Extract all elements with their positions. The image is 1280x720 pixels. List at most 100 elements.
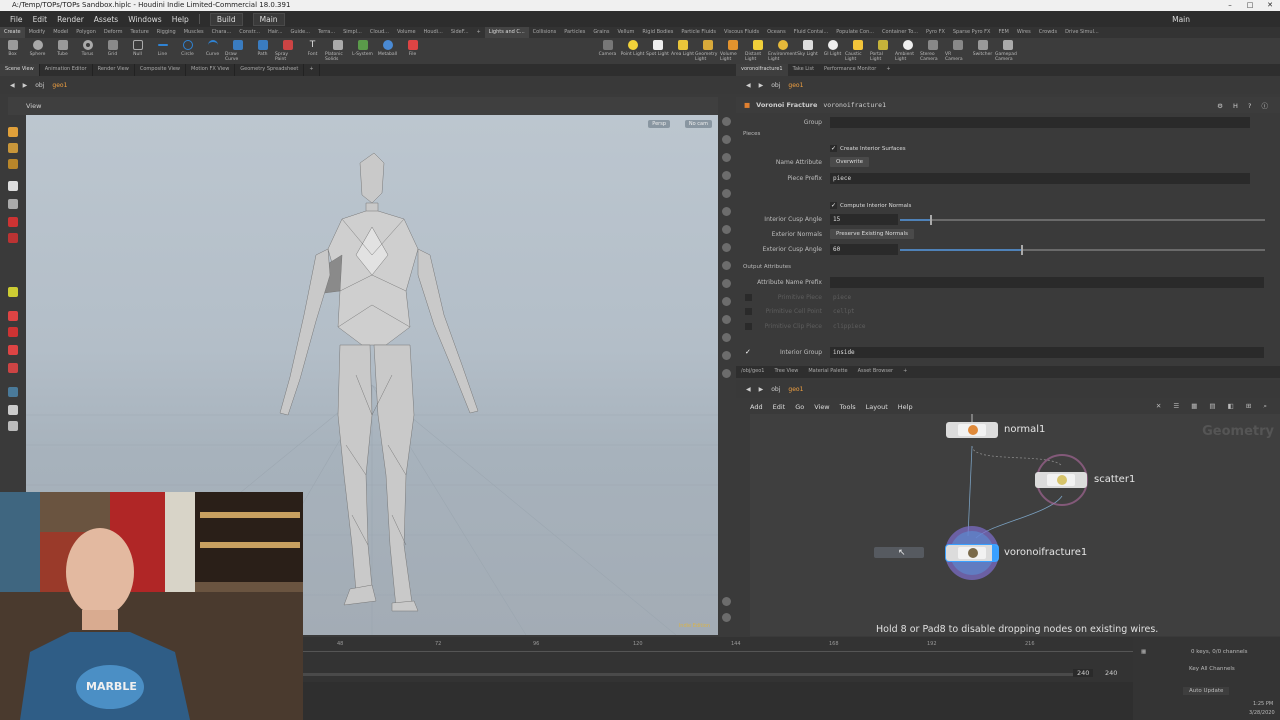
light-toggle-icon[interactable] [722,279,731,288]
wireframe-icon[interactable] [722,189,731,198]
handle-tool-icon[interactable] [8,199,18,209]
camera-view-icon[interactable] [722,261,731,270]
tab-performance-monitor[interactable]: Performance Monitor [819,64,881,76]
shelf-tool-metaball[interactable]: Metaball [375,38,400,64]
shelf-tool-draw-curve[interactable]: Draw Curve [225,38,250,64]
path-obj[interactable]: obj [771,386,780,393]
prim-clip-field[interactable]: clippiece [830,321,1250,332]
name-attribute-menu[interactable]: Overwrite [830,157,870,167]
compute-normals-checkbox[interactable]: ✓ Compute Interior Normals [830,202,911,209]
cusp-angle-slider[interactable] [900,215,1265,225]
node-label-scatter1[interactable]: scatter1 [1094,474,1135,485]
shelf-tool-lsystem[interactable]: L-System [350,38,375,64]
shelf-tab[interactable]: Sparse Pyro FX [949,27,995,38]
add-tab-icon[interactable]: + [881,64,895,76]
shelf-tool-environment-light[interactable]: Environment Light [768,38,797,64]
ext-cusp-slider[interactable] [900,245,1265,255]
tab-scene-view[interactable]: Scene View [0,64,40,76]
cusp-angle-field[interactable]: 15 [830,214,898,225]
shelf-tab[interactable]: Collisions [529,27,561,38]
forward-arrow-icon[interactable]: ▶ [759,386,764,393]
visibility-icon[interactable] [722,351,731,360]
net-menu-edit[interactable]: Edit [773,403,786,411]
tab-composite-view[interactable]: Composite View [135,64,186,76]
magnet-tool-icon[interactable] [8,311,18,321]
shelf-tab[interactable]: Drive Simul... [1061,27,1103,38]
shelf-tool-stereo-camera[interactable]: Stereo Camera [920,38,945,64]
flipbook-icon[interactable] [722,333,731,342]
info-icon[interactable] [722,597,731,606]
shelf-tab-lights[interactable]: Lights and C... [484,27,529,38]
shelf-tab[interactable]: Container To... [878,27,922,38]
tab-geometry-spreadsheet[interactable]: Geometry Spreadsheet [235,64,305,76]
template-icon[interactable] [722,369,731,378]
key-all-channels-button[interactable]: Key All Channels [1189,666,1235,672]
slider-knob[interactable] [1021,245,1023,255]
shelf-tab[interactable]: SideF... [447,27,473,38]
shelf-tab[interactable]: Volume [393,27,420,38]
prim-piece-field[interactable]: piece [830,292,1250,303]
build-menu[interactable]: Build [209,12,243,26]
shelf-tool-tube[interactable]: Tube [50,38,75,64]
shelf-tab[interactable]: Pyro FX [922,27,949,38]
shelf-tab[interactable]: Modify [25,27,50,38]
shelf-tab[interactable]: Chara... [208,27,236,38]
add-shelf-icon[interactable]: + [473,27,485,38]
display-flag[interactable] [992,545,998,561]
shelf-tool-switcher[interactable]: Switcher [970,38,995,64]
shelf-tab[interactable]: Particles [560,27,589,38]
shelf-tool-null[interactable]: Null [125,38,150,64]
grid-toggle-icon[interactable] [722,243,731,252]
menu-file[interactable]: File [10,15,23,24]
snap-tool-icon[interactable] [8,287,18,297]
shelf-tool-grid[interactable]: Grid [100,38,125,64]
shelf-tab[interactable]: Terra... [314,27,339,38]
forward-arrow-icon[interactable]: ▶ [23,82,28,89]
lock-icon[interactable] [722,153,731,162]
grid-snap-icon[interactable] [8,327,18,337]
end-frame-field[interactable]: 240 [1073,669,1094,677]
camera-menu[interactable]: No cam [684,120,712,128]
shelf-tool-sky-light[interactable]: Sky Light [795,38,820,64]
path-geo1[interactable]: geo1 [788,386,803,393]
group-field[interactable] [830,117,1250,128]
path-geo1[interactable]: geo1 [788,82,803,89]
tab-asset-browser[interactable]: Asset Browser [853,366,899,378]
normals-icon[interactable] [722,225,731,234]
shelf-tab[interactable]: Oceans [763,27,790,38]
shelf-tab-create[interactable]: Create [0,27,25,38]
shelf-tool-geometry-light[interactable]: Geometry Light [695,38,720,64]
forward-arrow-icon[interactable]: ▶ [759,82,764,89]
net-menu-layout[interactable]: Layout [866,403,888,411]
tab-motion-fx-view[interactable]: Motion FX View [186,64,236,76]
net-menu-add[interactable]: Add [750,403,763,411]
tab-render-view[interactable]: Render View [93,64,135,76]
exterior-normals-menu[interactable]: Preserve Existing Normals [830,229,914,239]
menu-render[interactable]: Render [57,15,84,24]
shelf-tab[interactable]: Cloud... [366,27,393,38]
shelf-tool-vr-camera[interactable]: VR Camera [945,38,970,64]
shelf-tab[interactable]: Wires [1013,27,1035,38]
menu-edit[interactable]: Edit [33,15,48,24]
back-arrow-icon[interactable]: ◀ [746,386,751,393]
shelf-tab[interactable]: FEM [994,27,1012,38]
add-tab-icon[interactable]: + [304,64,320,76]
view-tool-icon[interactable] [8,387,18,397]
interior-group-checkbox[interactable]: ✓ [745,348,751,356]
shelf-tab[interactable]: Fluid Contai... [790,27,833,38]
attr-prefix-field[interactable] [830,277,1264,288]
add-tab-icon[interactable]: + [898,366,912,378]
tab-tree-view[interactable]: Tree View [769,366,803,378]
shelf-tool-curve[interactable]: Curve [200,38,225,64]
net-menu-view[interactable]: View [814,403,829,411]
timeline[interactable]: 48 72 96 120 144 168 192 216 240 240 [303,637,1133,682]
interior-group-field[interactable]: inside [830,347,1264,358]
shelf-tab[interactable]: Crowds [1035,27,1061,38]
shelf-tab[interactable]: Constr... [235,27,264,38]
shelf-tab[interactable]: Muscles [180,27,208,38]
net-menu-help[interactable]: Help [898,403,913,411]
auto-update-button[interactable]: Auto Update [1183,687,1230,695]
prim-piece-toggle[interactable] [745,294,752,301]
header-tools[interactable]: ⚙ H ? ⓘ [1217,100,1272,110]
menu-windows[interactable]: Windows [128,15,161,24]
